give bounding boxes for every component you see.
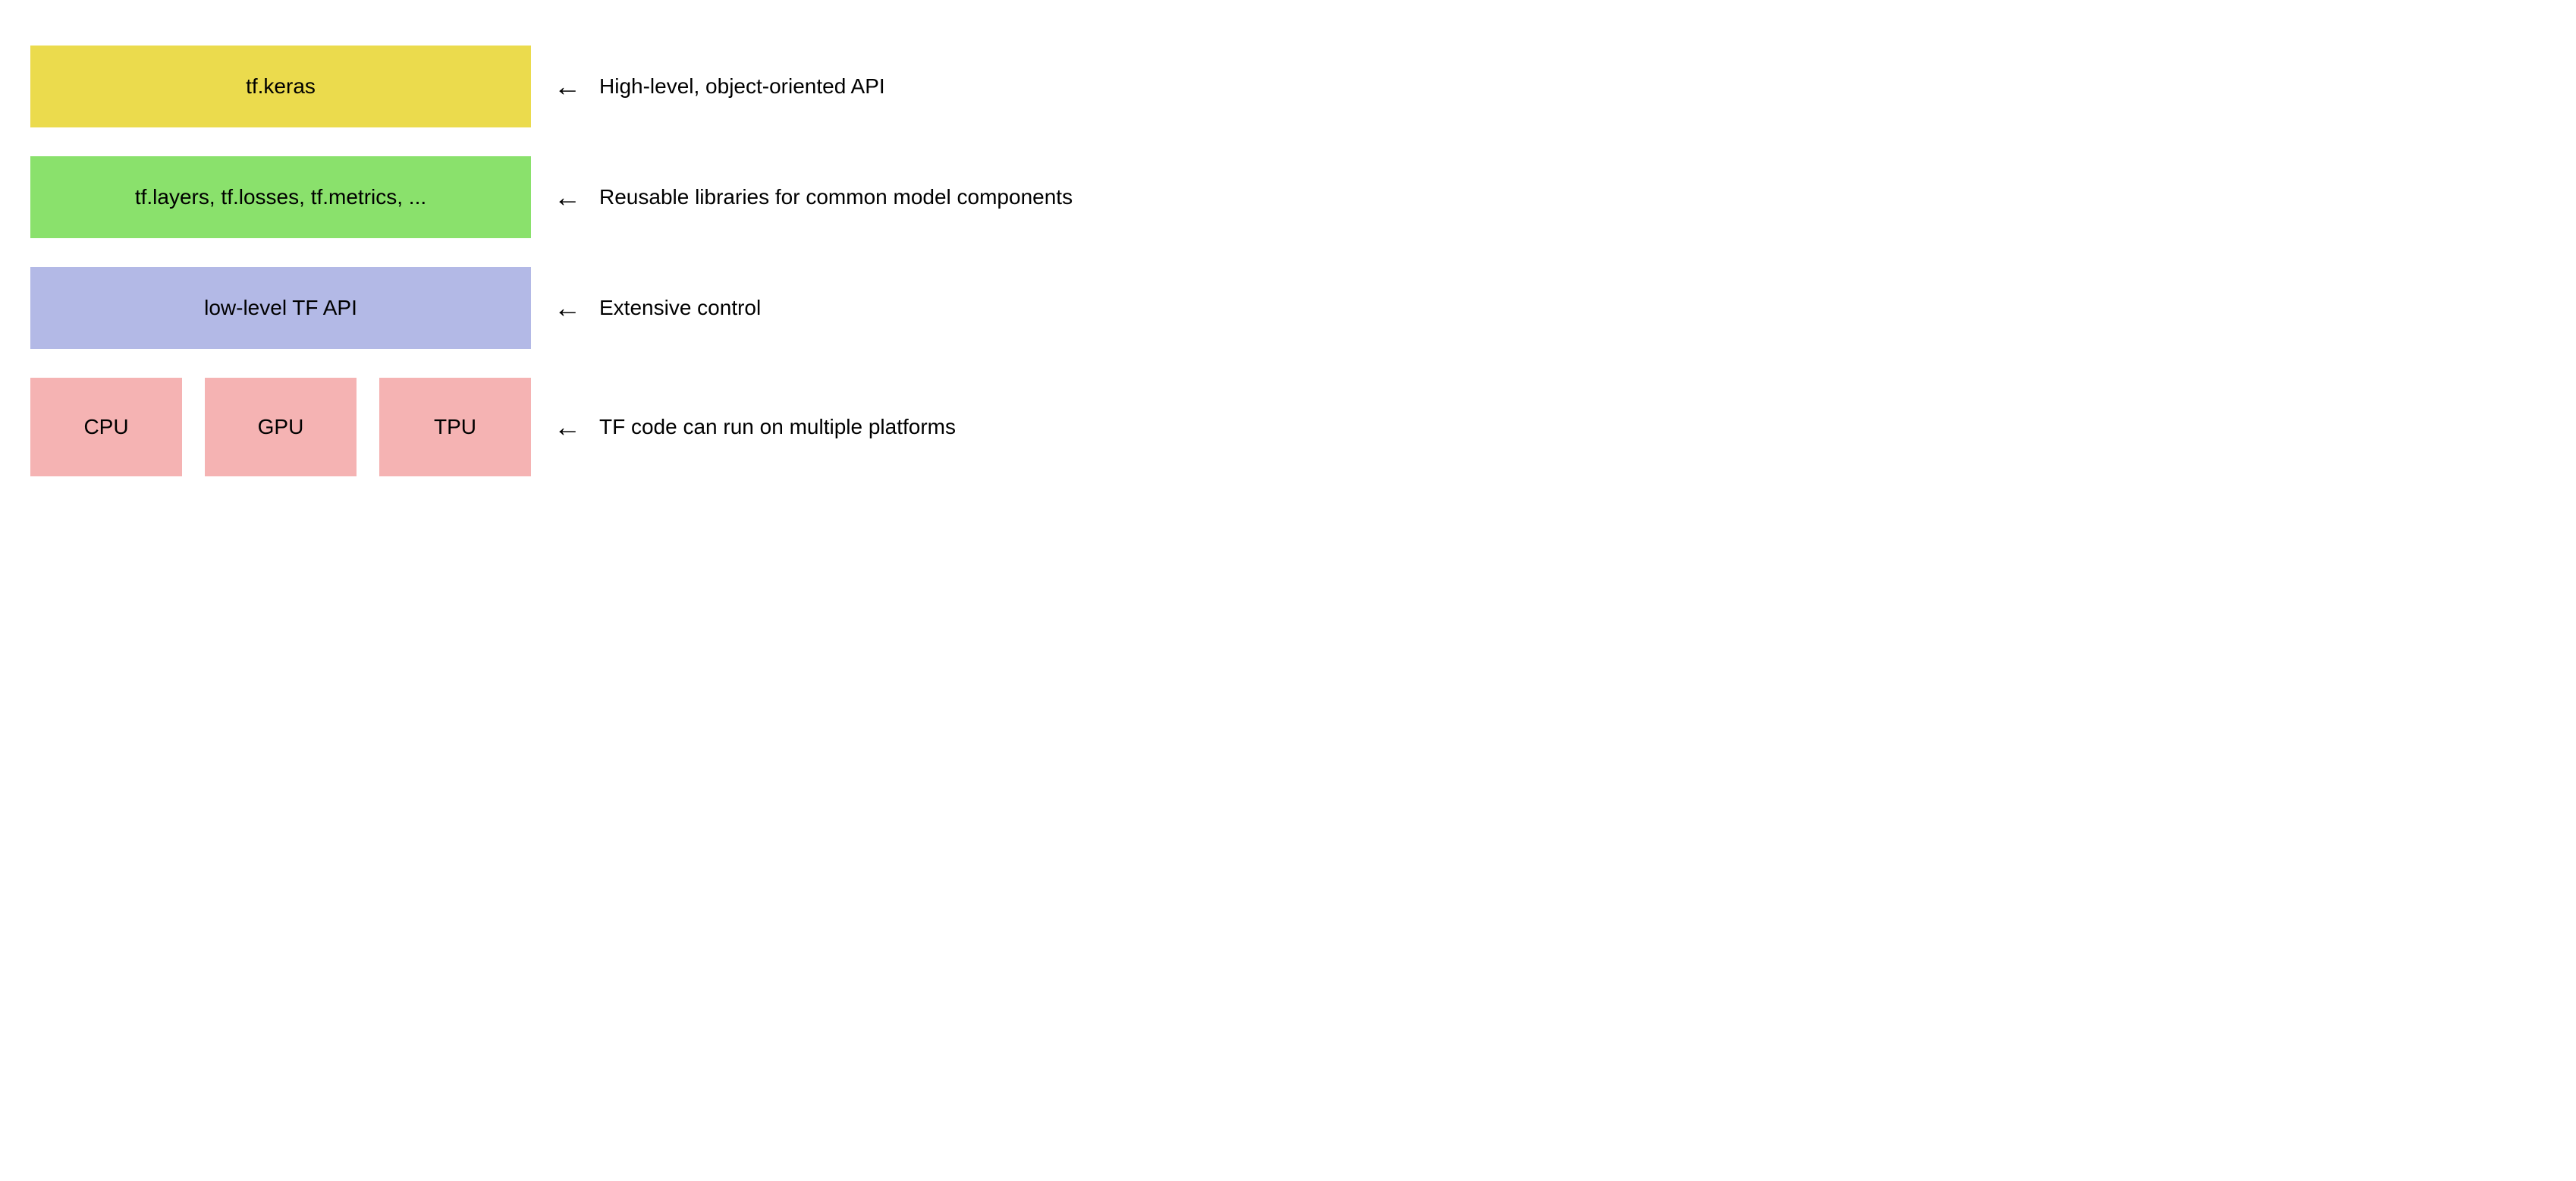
layer-row-hardware: CPU GPU TPU ← TF code can run on multipl… [30, 378, 1214, 476]
layer-description: High-level, object-oriented API [599, 74, 885, 99]
hardware-box-tpu: TPU [379, 378, 531, 476]
layer-box-area: low-level TF API [30, 267, 531, 349]
tensorflow-api-stack-diagram: tf.keras ← High-level, object-oriented A… [30, 46, 1214, 476]
hardware-box-cpu: CPU [30, 378, 182, 476]
arrow-left-icon: ← [554, 73, 581, 100]
arrow-left-icon: ← [554, 413, 581, 441]
hardware-box-area: CPU GPU TPU [30, 378, 531, 476]
arrow-left-icon: ← [554, 184, 581, 211]
layer-label: tf.layers, tf.losses, tf.metrics, ... [135, 185, 426, 209]
layer-label: low-level TF API [204, 296, 357, 320]
layer-annotation: ← High-level, object-oriented API [554, 73, 1214, 100]
layer-box-libraries: tf.layers, tf.losses, tf.metrics, ... [30, 156, 531, 238]
hardware-label: TPU [434, 415, 476, 439]
layer-row-keras: tf.keras ← High-level, object-oriented A… [30, 46, 1214, 127]
layer-box-keras: tf.keras [30, 46, 531, 127]
hardware-label: GPU [258, 415, 304, 439]
layer-description: Reusable libraries for common model comp… [599, 185, 1073, 209]
hardware-description: TF code can run on multiple platforms [599, 415, 956, 439]
layer-label: tf.keras [246, 74, 316, 99]
arrow-left-icon: ← [554, 294, 581, 322]
hardware-row: CPU GPU TPU [30, 378, 531, 476]
hardware-box-gpu: GPU [205, 378, 357, 476]
layer-description: Extensive control [599, 296, 761, 320]
layer-box-area: tf.keras [30, 46, 531, 127]
layer-row-lowlevel: low-level TF API ← Extensive control [30, 267, 1214, 349]
hardware-annotation: ← TF code can run on multiple platforms [554, 413, 1214, 441]
layer-box-lowlevel: low-level TF API [30, 267, 531, 349]
layer-annotation: ← Extensive control [554, 294, 1214, 322]
layer-box-area: tf.layers, tf.losses, tf.metrics, ... [30, 156, 531, 238]
layer-row-libraries: tf.layers, tf.losses, tf.metrics, ... ← … [30, 156, 1214, 238]
hardware-label: CPU [83, 415, 128, 439]
layer-annotation: ← Reusable libraries for common model co… [554, 184, 1214, 211]
